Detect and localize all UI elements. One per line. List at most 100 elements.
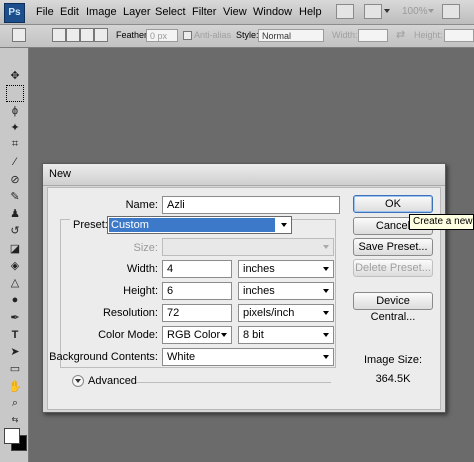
style-label: Style: bbox=[236, 30, 259, 40]
swap-colors-icon[interactable]: ⇆ bbox=[7, 412, 23, 427]
bridge-icon[interactable] bbox=[336, 4, 354, 19]
bit-depth-value: 8 bit bbox=[243, 329, 264, 341]
save-preset-button[interactable]: Save Preset... bbox=[353, 238, 433, 256]
ok-button[interactable]: OK bbox=[353, 195, 433, 213]
hand-tool-icon[interactable] bbox=[442, 4, 460, 19]
menu-filter[interactable]: Filter bbox=[192, 6, 216, 18]
swap-icon[interactable]: ⇄ bbox=[396, 28, 405, 41]
eraser-icon[interactable]: ◪ bbox=[7, 241, 23, 256]
color-mode-label: Color Mode: bbox=[98, 329, 158, 341]
height-label: Height: bbox=[414, 30, 443, 40]
move-tool-icon[interactable]: ✥ bbox=[7, 68, 23, 83]
chevron-down-icon[interactable] bbox=[384, 9, 390, 13]
new-selection-icon[interactable] bbox=[52, 28, 66, 42]
zoom-tool-icon[interactable]: ⌕ bbox=[7, 396, 23, 411]
background-contents-select[interactable]: White bbox=[162, 348, 334, 366]
chevron-down-icon bbox=[281, 223, 287, 227]
antialias-checkbox[interactable] bbox=[183, 31, 192, 40]
paint-bucket-icon[interactable]: ◈ bbox=[7, 258, 23, 273]
intersect-selection-icon[interactable] bbox=[94, 28, 108, 42]
new-document-dialog: New Name: Azli Preset: Custom Size: Widt… bbox=[42, 163, 446, 413]
size-label: Size: bbox=[133, 242, 158, 254]
advanced-toggle-icon[interactable] bbox=[72, 375, 84, 387]
feather-input[interactable]: 0 px bbox=[146, 29, 178, 42]
menu-view[interactable]: View bbox=[223, 6, 247, 18]
preset-selected-value: Custom bbox=[109, 218, 275, 232]
style-select[interactable]: Normal bbox=[258, 29, 324, 42]
menu-window[interactable]: Window bbox=[253, 6, 292, 18]
menu-image[interactable]: Image bbox=[86, 6, 117, 18]
chevron-down-icon bbox=[323, 333, 329, 337]
height-input[interactable]: 6 bbox=[162, 282, 232, 300]
history-brush-icon[interactable]: ↺ bbox=[7, 223, 23, 238]
chevron-down-icon[interactable] bbox=[428, 9, 434, 13]
brush-tool-icon[interactable]: ✎ bbox=[7, 189, 23, 204]
menu-file[interactable]: File bbox=[36, 6, 54, 18]
dialog-title: New bbox=[43, 164, 445, 186]
dialog-body: Name: Azli Preset: Custom Size: Width: 4… bbox=[47, 187, 441, 410]
resolution-input[interactable]: 72 bbox=[162, 304, 232, 322]
dodge-tool-icon[interactable]: ● bbox=[7, 292, 23, 307]
width-label: Width: bbox=[332, 30, 358, 40]
color-mode-select[interactable]: RGB Color bbox=[162, 326, 232, 344]
chevron-down-icon bbox=[323, 311, 329, 315]
color-mode-value: RGB Color bbox=[167, 329, 221, 341]
menu-bar: Ps File Edit Image Layer Select Filter V… bbox=[0, 0, 474, 25]
blur-tool-icon[interactable]: △ bbox=[7, 275, 23, 290]
shape-tool-icon[interactable]: ▭ bbox=[7, 361, 23, 376]
chevron-down-icon bbox=[221, 333, 227, 337]
name-input[interactable]: Azli bbox=[162, 196, 340, 214]
type-tool-icon[interactable]: T bbox=[7, 327, 23, 342]
delete-preset-button[interactable]: Delete Preset... bbox=[353, 259, 433, 277]
marquee-tool-icon[interactable] bbox=[6, 85, 24, 102]
zoom-level[interactable]: 100% bbox=[402, 6, 428, 17]
add-selection-icon[interactable] bbox=[66, 28, 80, 42]
image-size-value: 364.5K bbox=[375, 373, 411, 385]
resolution-unit-value: pixels/inch bbox=[243, 307, 295, 319]
preset-select[interactable]: Custom bbox=[107, 216, 292, 234]
menu-select[interactable]: Select bbox=[155, 6, 186, 18]
feather-label: Feather: bbox=[116, 30, 150, 40]
advanced-label[interactable]: Advanced bbox=[88, 375, 137, 387]
healing-brush-icon[interactable]: ⊘ bbox=[7, 172, 23, 187]
hand-tool-icon[interactable]: ✋ bbox=[7, 379, 23, 394]
crop-tool-icon[interactable]: ⌗ bbox=[7, 137, 23, 152]
photoshop-logo: Ps bbox=[4, 3, 25, 23]
screen-mode-icon[interactable] bbox=[364, 4, 382, 19]
resolution-label: Resolution: bbox=[102, 307, 158, 319]
height-input[interactable] bbox=[444, 29, 474, 42]
chevron-down-icon bbox=[323, 355, 329, 359]
lasso-tool-icon[interactable]: ϕ bbox=[7, 103, 23, 118]
menu-edit[interactable]: Edit bbox=[60, 6, 79, 18]
clone-stamp-icon[interactable]: ♟ bbox=[7, 206, 23, 221]
chevron-down-icon bbox=[323, 267, 329, 271]
chevron-down-icon bbox=[323, 289, 329, 293]
background-contents-value: White bbox=[167, 351, 196, 363]
chevron-down-icon bbox=[323, 245, 329, 249]
menu-layer[interactable]: Layer bbox=[123, 6, 151, 18]
height-unit-select[interactable]: inches bbox=[238, 282, 334, 300]
magic-wand-icon[interactable]: ✦ bbox=[7, 120, 23, 135]
tooltip: Create a new do bbox=[409, 214, 474, 230]
width-input[interactable] bbox=[358, 29, 388, 42]
subtract-selection-icon[interactable] bbox=[80, 28, 94, 42]
size-select[interactable] bbox=[162, 238, 334, 256]
path-selection-icon[interactable]: ➤ bbox=[7, 344, 23, 359]
marquee-preset-icon[interactable] bbox=[12, 28, 26, 42]
resolution-unit-select[interactable]: pixels/inch bbox=[238, 304, 334, 322]
antialias-label: Anti-alias bbox=[194, 30, 232, 40]
eyedropper-icon[interactable]: ⁄ bbox=[7, 154, 23, 169]
options-bar: Feather: 0 px Anti-alias Style: Normal W… bbox=[0, 25, 474, 48]
width-label: Width: bbox=[126, 263, 158, 275]
menu-help[interactable]: Help bbox=[299, 6, 322, 18]
preset-label: Preset: bbox=[70, 219, 111, 231]
advanced-divider bbox=[136, 382, 331, 383]
foreground-color-swatch[interactable] bbox=[4, 428, 20, 444]
width-input[interactable]: 4 bbox=[162, 260, 232, 278]
bit-depth-select[interactable]: 8 bit bbox=[238, 326, 334, 344]
name-label: Name: bbox=[125, 199, 158, 211]
width-unit-select[interactable]: inches bbox=[238, 260, 334, 278]
pen-tool-icon[interactable]: ✒ bbox=[7, 310, 23, 325]
device-central-button[interactable]: Device Central... bbox=[353, 292, 433, 323]
image-size-label: Image Size: bbox=[363, 354, 423, 366]
